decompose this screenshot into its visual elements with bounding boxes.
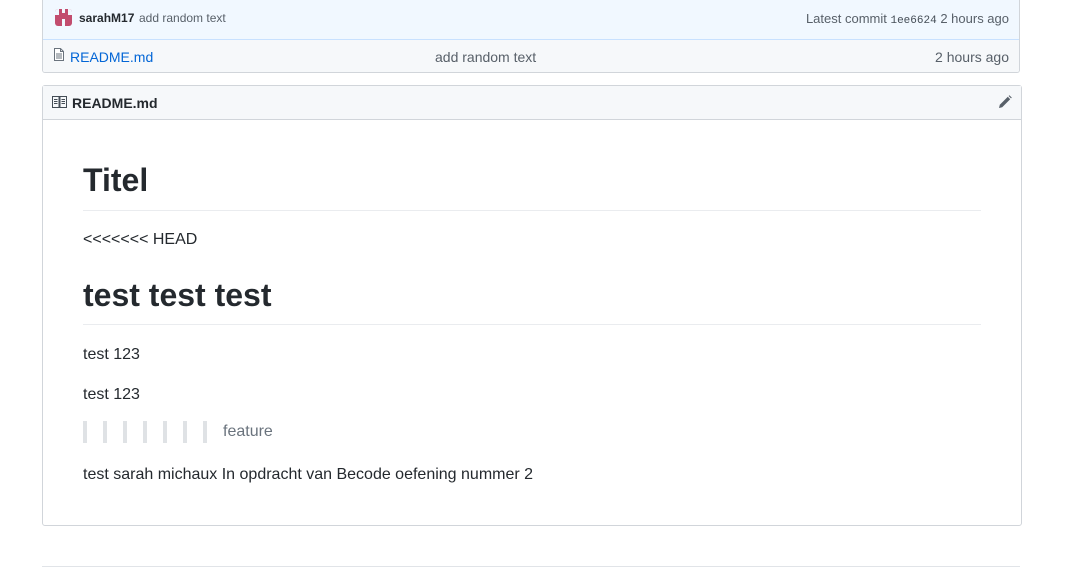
heading-divider [83,324,981,325]
blockquote-text: feature [223,423,273,440]
latest-commit-label: Latest commit [805,11,887,26]
blockquote-bar [183,421,187,443]
file-navigation-box: sarahM17 add random text Latest commit 1… [42,0,1020,73]
latest-commit-bar: sarahM17 add random text Latest commit 1… [43,0,1019,40]
latest-commit-info: Latest commit 1ee6624 2 hours ago [806,11,1009,27]
blockquote-bar [123,421,127,443]
paragraph-line: test sarah michaux In opdracht van Becod… [83,466,534,483]
blockquote-bar [163,421,167,443]
avatar[interactable] [55,9,72,26]
heading-divider [83,210,981,211]
conflict-marker-text: <<<<<<< HEAD [83,231,198,248]
pencil-icon[interactable] [998,95,1012,109]
blockquote-bar [103,421,107,443]
book-icon [52,96,67,108]
heading-test: test test test [83,277,272,313]
commit-message-link[interactable]: add random text [139,11,226,25]
commit-author-link[interactable]: sarahM17 [79,11,134,25]
readme-box: README.md Titel <<<<<<< HEAD test test t… [42,85,1022,526]
file-age: 2 hours ago [935,49,1009,65]
paragraph-line: test 123 [83,386,140,403]
file-icon [54,48,64,61]
readme-title: README.md [72,95,158,111]
paragraph-line: test 123 [83,346,140,363]
heading-titel: Titel [83,162,149,198]
blockquote-bar [203,421,207,443]
blockquote-bar [83,421,87,443]
page: sarahM17 add random text Latest commit 1… [0,0,1077,567]
file-commit-message-link[interactable]: add random text [435,49,536,65]
file-name-link[interactable]: README.md [70,49,153,65]
commit-sha-link[interactable]: 1ee6624 [890,15,936,27]
commit-age: 2 hours ago [940,11,1009,26]
readme-header: README.md [43,86,1021,120]
file-row: README.md add random text 2 hours ago [43,40,1019,72]
blockquote-bar [143,421,147,443]
